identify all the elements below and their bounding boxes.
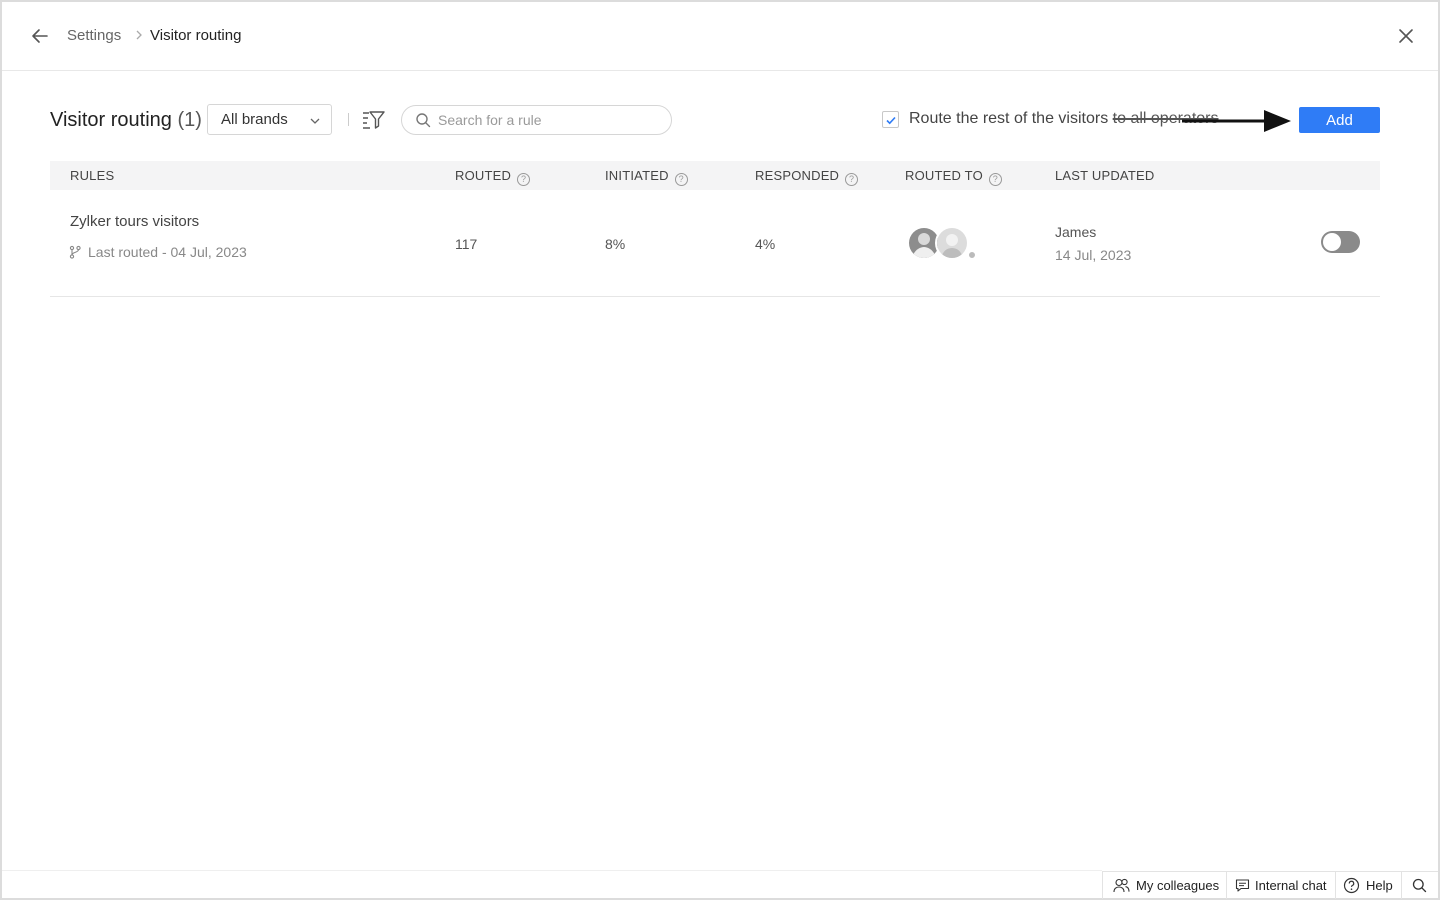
brand-filter-dropdown[interactable]: All brands: [207, 104, 332, 135]
status-dot: [967, 250, 977, 260]
help-label: Help: [1366, 878, 1393, 893]
updated-on: 14 Jul, 2023: [1055, 247, 1132, 263]
responded-percent: 4%: [755, 236, 776, 252]
search-input[interactable]: [438, 110, 663, 130]
page-title: Visitor routing (1): [50, 107, 202, 133]
back-arrow-icon[interactable]: [28, 24, 52, 48]
column-header-rules: RULES: [70, 168, 115, 183]
rule-last-routed: Last routed - 04 Jul, 2023: [68, 244, 247, 260]
close-icon[interactable]: [1394, 24, 1418, 48]
my-colleagues-label: My colleagues: [1136, 878, 1220, 893]
rule-count: (1): [177, 109, 202, 131]
help-icon[interactable]: ?: [988, 173, 1002, 186]
rule-name[interactable]: Zylker tours visitors: [70, 213, 199, 230]
column-header-last-updated: LAST UPDATED: [1055, 168, 1155, 183]
initiated-percent: 8%: [605, 236, 626, 252]
avatar: [935, 226, 969, 260]
column-header-initiated: INITIATED?: [605, 168, 688, 186]
rule-enable-toggle[interactable]: [1321, 231, 1360, 253]
chevron-right-icon: [134, 27, 144, 43]
footer-divider: [2, 870, 1102, 871]
global-search-button[interactable]: [1401, 872, 1438, 899]
internal-chat-label: Internal chat: [1255, 878, 1327, 893]
add-rule-button[interactable]: Add: [1299, 107, 1380, 133]
internal-chat-button[interactable]: Internal chat: [1226, 872, 1335, 899]
route-rest-checkbox[interactable]: [882, 111, 899, 128]
toolbar-divider: [348, 113, 349, 126]
toggle-knob: [1323, 233, 1341, 251]
route-rest-label: Route the rest of the visitors to all op…: [909, 109, 1219, 129]
chevron-down-icon: [309, 114, 321, 126]
sort-filter-icon[interactable]: [361, 108, 387, 132]
footer-bar: My colleagues Internal chat Help: [1102, 871, 1438, 899]
breadcrumb-current: Visitor routing: [150, 27, 242, 44]
breadcrumb-settings[interactable]: Settings: [67, 26, 121, 46]
search-box: [401, 105, 672, 135]
route-rest-label-text: Route the rest of the visitors: [909, 110, 1113, 127]
table-header: RULES ROUTED? INITIATED? RESPONDED? ROUT…: [50, 161, 1380, 190]
updated-by: James: [1055, 224, 1097, 240]
column-header-routed-to: ROUTED TO?: [905, 168, 1002, 186]
search-icon: [415, 112, 431, 128]
help-icon[interactable]: ?: [845, 173, 859, 186]
routed-to-avatars[interactable]: [907, 226, 977, 264]
page-title-text: Visitor routing: [50, 109, 172, 131]
brand-filter-value: All brands: [221, 111, 288, 128]
help-button[interactable]: Help: [1335, 872, 1401, 899]
annotation-arrow-icon: [1180, 105, 1296, 137]
help-icon[interactable]: ?: [517, 173, 531, 186]
settings-header: Settings Visitor routing: [2, 2, 1438, 71]
column-header-responded: RESPONDED?: [755, 168, 859, 186]
branch-icon: [68, 245, 82, 259]
help-icon[interactable]: ?: [674, 173, 688, 186]
table-row[interactable]: Zylker tours visitors Last routed - 04 J…: [50, 191, 1380, 297]
routed-count: 117: [455, 236, 478, 252]
last-routed-text: Last routed - 04 Jul, 2023: [88, 244, 247, 260]
my-colleagues-button[interactable]: My colleagues: [1102, 872, 1226, 899]
column-header-routed: ROUTED?: [455, 168, 531, 186]
